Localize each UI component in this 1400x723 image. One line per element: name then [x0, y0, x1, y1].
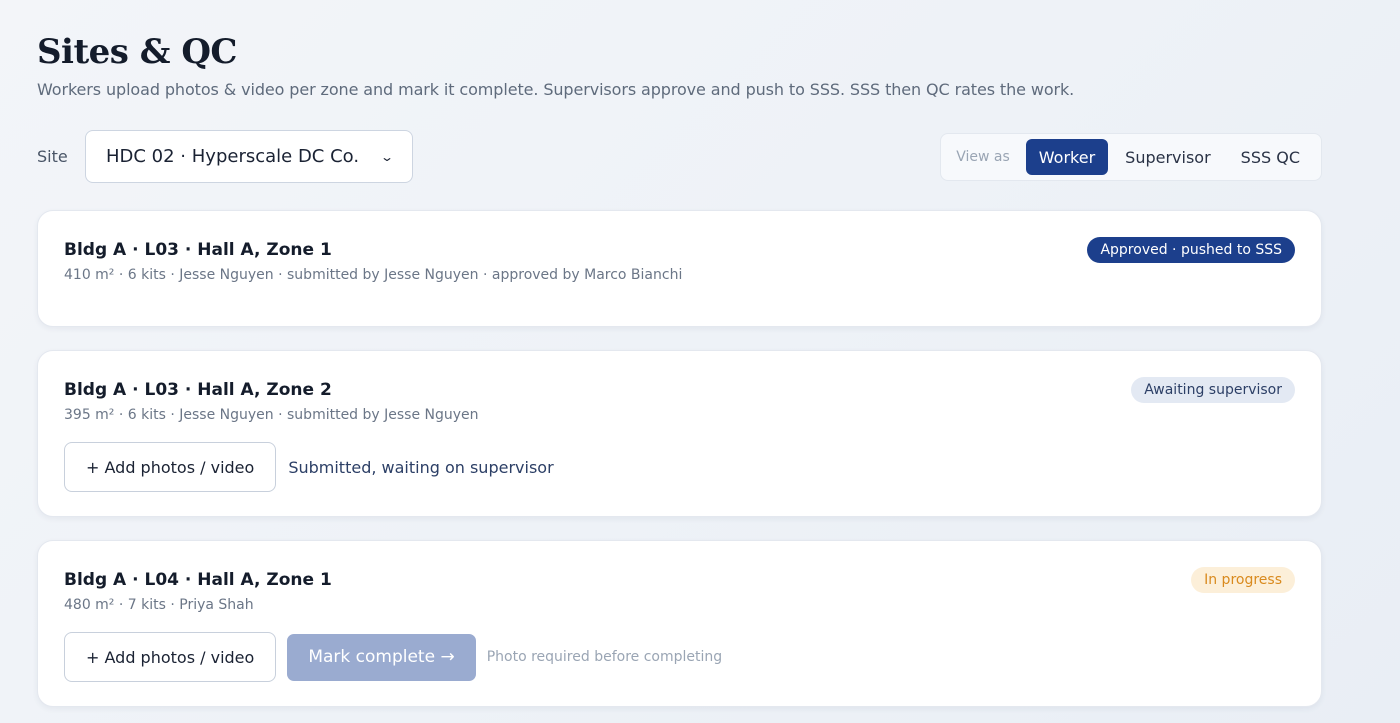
site-label: Site — [37, 147, 68, 166]
zone-meta: 410 m² · 6 kits · Jesse Nguyen · submitt… — [64, 267, 683, 283]
submission-note: Submitted, waiting on supervisor — [288, 457, 554, 477]
add-photos-video-button[interactable]: + Add photos / video — [64, 442, 277, 492]
page-subtitle: Workers upload photos & video per zone a… — [37, 80, 1075, 99]
page-title: Sites & QC — [37, 32, 238, 72]
zone-card: Bldg A · L04 · Hall A, Zone 1 480 m² · 7… — [37, 540, 1322, 707]
mark-complete-button[interactable]: Mark complete → — [287, 633, 476, 681]
view-as-toggle: View as Worker Supervisor SSS QC — [940, 133, 1322, 181]
status-badge: Awaiting supervisor — [1131, 377, 1295, 403]
site-row: Site HDC 02 · Hyperscale DC Co. ⌄ View a… — [37, 130, 1322, 184]
zone-meta: 480 m² · 7 kits · Priya Shah — [64, 597, 254, 613]
status-badge: In progress — [1191, 567, 1295, 593]
zone-card: Bldg A · L03 · Hall A, Zone 2 395 m² · 6… — [37, 350, 1322, 517]
chevron-down-icon: ⌄ — [379, 149, 395, 164]
add-photos-video-button[interactable]: + Add photos / video — [64, 632, 277, 682]
zone-card: Bldg A · L03 · Hall A, Zone 1 410 m² · 6… — [37, 210, 1322, 327]
status-badge: Approved · pushed to SSS — [1087, 237, 1295, 263]
photo-required-hint: Photo required before completing — [486, 649, 723, 665]
view-as-label: View as — [956, 149, 1010, 165]
zone-actions: + Add photos / video Submitted, waiting … — [64, 442, 554, 492]
site-select[interactable]: HDC 02 · Hyperscale DC Co. ⌄ — [85, 130, 413, 183]
zone-title: Bldg A · L04 · Hall A, Zone 1 — [64, 570, 332, 590]
view-as-supervisor-button[interactable]: Supervisor — [1112, 139, 1224, 175]
view-as-sss-qc-button[interactable]: SSS QC — [1228, 139, 1313, 175]
zone-title: Bldg A · L03 · Hall A, Zone 1 — [64, 240, 332, 260]
zone-meta: 395 m² · 6 kits · Jesse Nguyen · submitt… — [64, 407, 479, 423]
view-as-worker-button[interactable]: Worker — [1025, 139, 1109, 175]
zone-actions: + Add photos / video Mark complete → Pho… — [64, 632, 722, 682]
site-select-value: HDC 02 · Hyperscale DC Co. — [106, 146, 360, 167]
zone-title: Bldg A · L03 · Hall A, Zone 2 — [64, 380, 332, 400]
